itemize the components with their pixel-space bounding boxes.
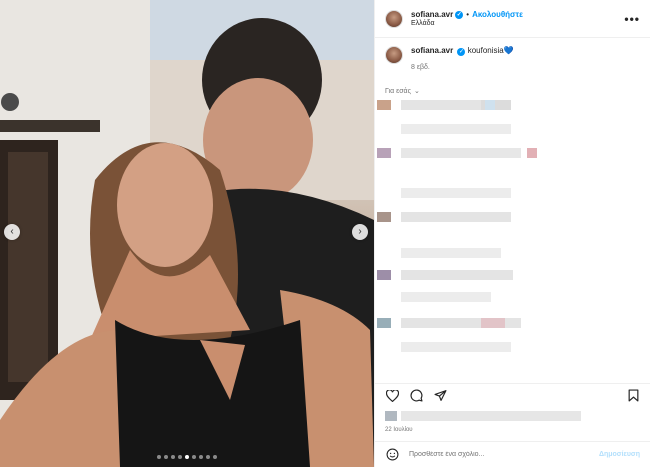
blurred-comment [377, 318, 637, 328]
photo-illustration [0, 0, 374, 467]
caption-timestamp[interactable]: 8 εβδ. [411, 64, 514, 71]
comments-filter-label: Για εσάς [385, 87, 411, 95]
carousel-dot [213, 455, 217, 459]
blurred-comment [377, 292, 637, 302]
post-side-panel: sofiana.avr ✓ • Ακολουθήστε Ελλάδα ••• s… [374, 0, 650, 467]
emoji-icon[interactable] [385, 448, 399, 462]
username-link[interactable]: sofiana.avr [411, 10, 453, 19]
verified-badge-icon: ✓ [457, 48, 466, 56]
comment-composer: Δημοσίευση [375, 441, 650, 467]
likes-summary[interactable] [375, 407, 650, 427]
caption-text[interactable]: koufonisia [468, 46, 504, 55]
next-slide-button[interactable]: › [352, 224, 368, 240]
carousel-dot [178, 455, 182, 459]
blurred-comment [377, 100, 637, 110]
caption-avatar[interactable] [385, 46, 403, 64]
bookmark-icon[interactable] [626, 389, 640, 403]
more-options-icon[interactable]: ••• [624, 12, 640, 26]
comments-filter[interactable]: Για εσάς ⌄ [385, 87, 640, 96]
carousel-dot [199, 455, 203, 459]
chevron-down-icon: ⌄ [413, 88, 420, 95]
post-header: sofiana.avr ✓ • Ακολουθήστε Ελλάδα ••• [375, 0, 650, 38]
separator: • [466, 10, 470, 19]
avatar[interactable] [385, 9, 403, 28]
comment-icon[interactable] [409, 389, 423, 403]
carousel-dot [171, 455, 175, 459]
carousel-indicator [0, 455, 374, 459]
follow-button[interactable]: Ακολουθήστε [472, 10, 523, 19]
location-link[interactable]: Ελλάδα [411, 20, 523, 27]
caption-username[interactable]: sofiana.avr [411, 46, 453, 55]
post-actions-bar [375, 383, 650, 407]
blurred-comment [377, 342, 637, 352]
blurred-comment [377, 148, 637, 158]
blurred-comment [377, 188, 637, 198]
blurred-comment [377, 248, 637, 258]
blurred-comment [377, 212, 637, 222]
chevron-left-icon: ‹ [10, 226, 14, 237]
caption: sofiana.avr ✓ koufonisia💙 8 εβδ. [385, 46, 640, 71]
blurred-comment [377, 270, 637, 280]
carousel-dot [192, 455, 196, 459]
post-photo[interactable]: ‹ › [0, 0, 374, 467]
blurred-comment [377, 124, 637, 134]
heart-icon[interactable] [385, 389, 399, 403]
post-date[interactable]: 22 Ιουλίου [375, 427, 650, 441]
share-icon[interactable] [433, 389, 447, 403]
chevron-right-icon: › [358, 226, 362, 237]
carousel-dot [206, 455, 210, 459]
carousel-dot-active [185, 455, 189, 459]
comment-input[interactable] [409, 451, 599, 458]
verified-badge-icon: ✓ [455, 10, 464, 19]
comments-section: sofiana.avr ✓ koufonisia💙 8 εβδ. Για εσά… [375, 38, 650, 383]
carousel-dot [157, 455, 161, 459]
blurred-likes [385, 411, 585, 421]
previous-slide-button[interactable]: ‹ [4, 224, 20, 240]
post-comment-button[interactable]: Δημοσίευση [599, 451, 640, 458]
carousel-dot [164, 455, 168, 459]
blue-heart-emoji: 💙 [503, 46, 514, 55]
